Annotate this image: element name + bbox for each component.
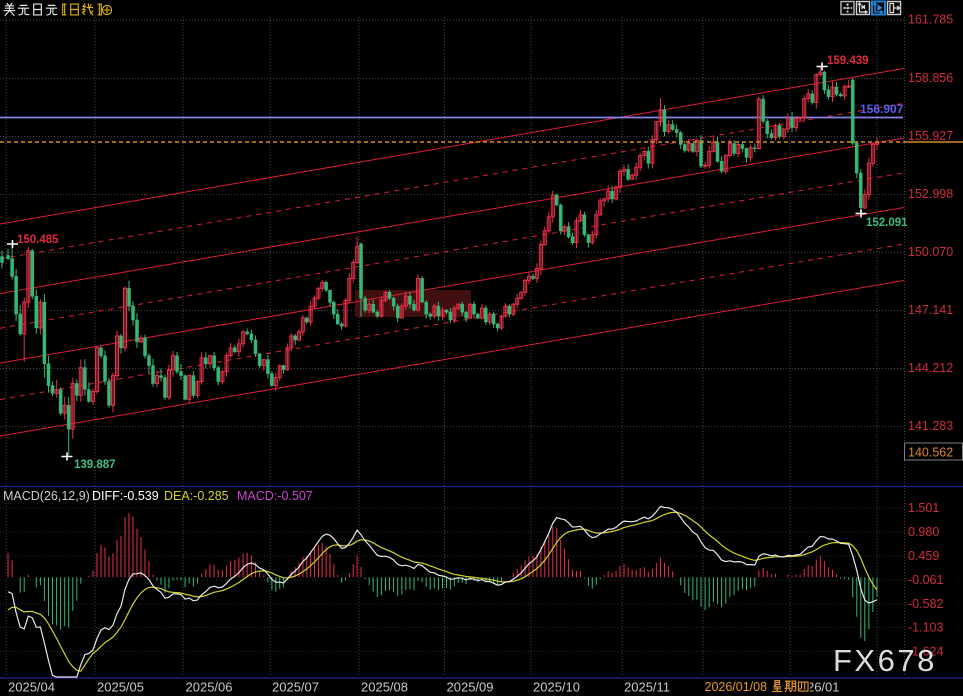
svg-text:FX678: FX678 [833, 643, 937, 678]
svg-text:147.141: 147.141 [908, 303, 953, 317]
svg-text:155.927: 155.927 [908, 129, 953, 143]
svg-text:MACD(26,12,9): MACD(26,12,9) [3, 489, 90, 503]
svg-text:-0.061: -0.061 [908, 573, 943, 587]
svg-text:2026/01/08: 2026/01/08 [705, 680, 768, 694]
svg-text:141.283: 141.283 [908, 419, 953, 433]
svg-text:159.439: 159.439 [827, 55, 869, 67]
svg-text:-1.103: -1.103 [908, 621, 943, 635]
svg-text:2025/11: 2025/11 [624, 680, 670, 695]
svg-text:DEA:-0.285: DEA:-0.285 [164, 489, 229, 503]
svg-text:2025/06: 2025/06 [186, 680, 233, 695]
svg-text:DIFF:-0.539: DIFF:-0.539 [92, 489, 159, 503]
svg-text:-0.582: -0.582 [908, 597, 943, 611]
svg-text:152.091: 152.091 [866, 217, 908, 229]
svg-text:1.501: 1.501 [908, 501, 939, 515]
svg-text:156.907: 156.907 [860, 102, 904, 116]
svg-text:0.980: 0.980 [908, 525, 939, 539]
svg-text:139.887: 139.887 [74, 459, 116, 471]
svg-text:2025/07: 2025/07 [272, 680, 319, 695]
svg-text:150.070: 150.070 [908, 245, 953, 259]
svg-text:2025/09: 2025/09 [447, 680, 494, 695]
svg-text:MACD:-0.507: MACD:-0.507 [237, 489, 313, 503]
svg-text:2025/10: 2025/10 [533, 680, 580, 695]
svg-text:2025/05: 2025/05 [97, 680, 144, 695]
svg-text:2025/04: 2025/04 [8, 680, 55, 695]
svg-text:144.212: 144.212 [908, 361, 953, 375]
svg-text:0.459: 0.459 [908, 549, 939, 563]
svg-text:161.785: 161.785 [908, 13, 953, 27]
svg-text:150.485: 150.485 [17, 234, 59, 246]
svg-text:2025/08: 2025/08 [361, 680, 408, 695]
svg-text:152.998: 152.998 [908, 187, 953, 201]
svg-text:140.562: 140.562 [908, 446, 953, 460]
svg-text:158.856: 158.856 [908, 71, 953, 85]
